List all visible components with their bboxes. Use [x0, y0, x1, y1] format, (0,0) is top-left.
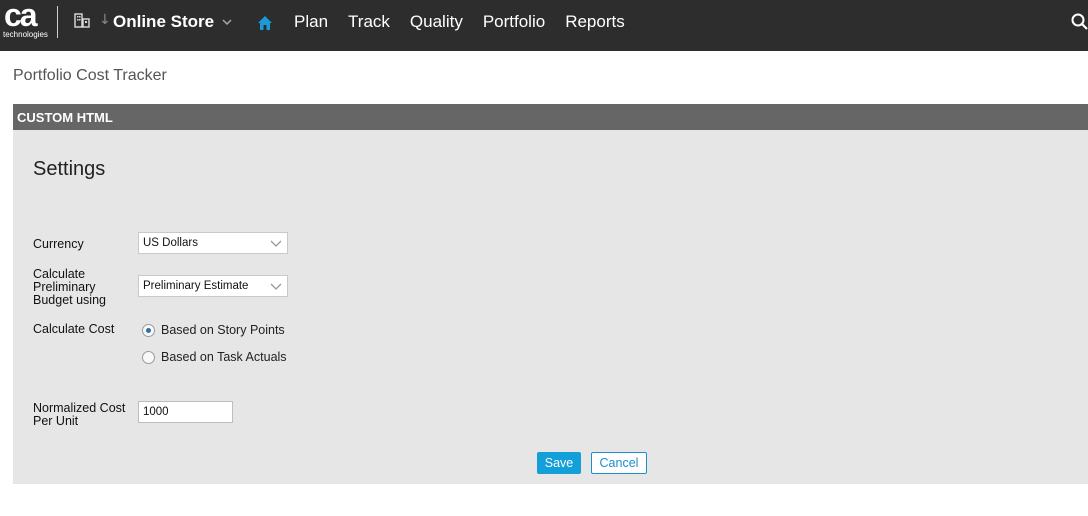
- workspace-separator-arrow-icon: ↓: [99, 12, 111, 28]
- currency-value: US Dollars: [143, 237, 198, 249]
- page-title: Portfolio Cost Tracker: [13, 67, 167, 84]
- project-name: Online Store: [113, 12, 215, 31]
- project-selector[interactable]: Online Store: [113, 12, 232, 32]
- radio-button-selected[interactable]: [142, 323, 155, 337]
- preliminary-budget-value: Preliminary Estimate: [143, 280, 249, 292]
- ca-technologies-logo[interactable]: ca technologies: [0, 0, 52, 44]
- chevron-down-icon: [270, 283, 282, 290]
- currency-select[interactable]: US Dollars: [138, 232, 288, 254]
- settings-panel: Settings Currency US Dollars Calculate P…: [13, 130, 1088, 484]
- radio-dot: [146, 327, 151, 333]
- cancel-button[interactable]: Cancel: [591, 452, 647, 474]
- chevron-down-icon: [270, 240, 282, 247]
- radio-button[interactable]: [142, 350, 155, 364]
- panel-header: CUSTOM HTML: [13, 104, 1088, 130]
- chevron-down-icon: [222, 19, 232, 26]
- normalized-label-line-2: Per Unit: [33, 414, 79, 428]
- divider: [57, 6, 58, 38]
- currency-label: Currency: [33, 237, 84, 251]
- home-icon[interactable]: [256, 14, 274, 32]
- top-nav-bar: ca technologies ↓ Online Store Plan Trac…: [0, 0, 1088, 51]
- nav-item-plan[interactable]: Plan: [294, 12, 328, 32]
- calculate-cost-label: Calculate Cost: [33, 322, 115, 336]
- nav-item-quality[interactable]: Quality: [410, 12, 463, 32]
- building-icon[interactable]: [74, 12, 90, 28]
- logo-text: ca: [4, 0, 38, 33]
- nav-item-track[interactable]: Track: [348, 12, 390, 32]
- settings-title: Settings: [33, 158, 106, 180]
- nav-item-portfolio[interactable]: Portfolio: [483, 12, 545, 32]
- radio-task-actuals-label: Based on Task Actuals: [161, 350, 287, 364]
- save-button[interactable]: Save: [537, 452, 581, 474]
- radio-task-actuals[interactable]: Based on Task Actuals: [142, 350, 287, 364]
- main-nav: Plan Track Quality Portfolio Reports: [256, 12, 645, 32]
- search-icon[interactable]: [1071, 13, 1088, 31]
- nav-item-reports[interactable]: Reports: [565, 12, 625, 32]
- normalized-cost-input[interactable]: [138, 401, 233, 423]
- preliminary-label-line-3: Budget using: [33, 293, 106, 307]
- radio-story-points-label: Based on Story Points: [161, 323, 285, 337]
- preliminary-budget-select[interactable]: Preliminary Estimate: [138, 275, 288, 297]
- preliminary-budget-label: Calculate Preliminary Budget using: [33, 268, 106, 307]
- logo-subtext: technologies: [3, 30, 48, 39]
- radio-story-points[interactable]: Based on Story Points: [142, 323, 285, 337]
- normalized-cost-label: Normalized Cost Per Unit: [33, 402, 125, 428]
